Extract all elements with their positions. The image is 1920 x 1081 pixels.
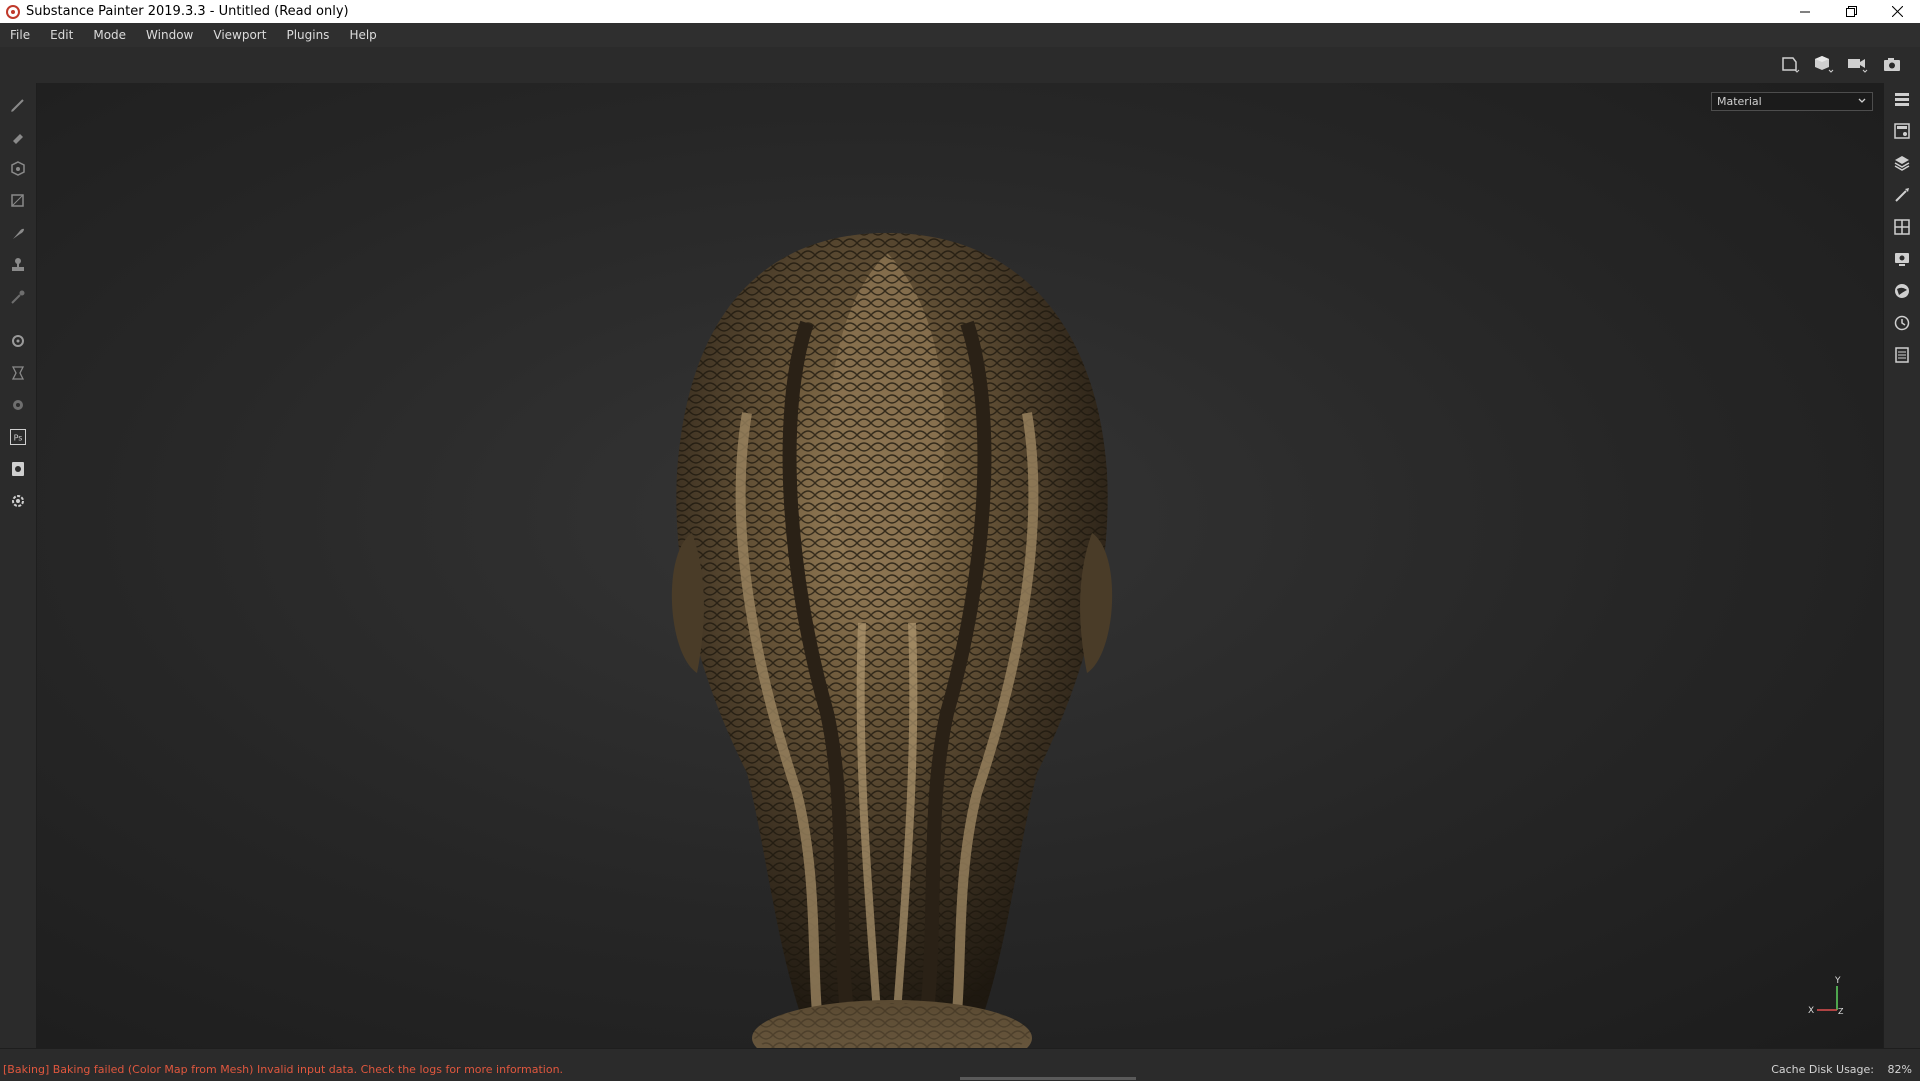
iray-tool[interactable]	[6, 393, 30, 417]
projection-icon	[11, 161, 25, 176]
camera-icon	[1848, 59, 1868, 73]
minimize-icon	[1800, 11, 1810, 12]
3d-viewport[interactable]: Material Y X Z	[37, 83, 1883, 1048]
menu-edit[interactable]: Edit	[40, 28, 83, 42]
settings-icon	[12, 495, 24, 507]
environment-button[interactable]	[1890, 279, 1914, 303]
menu-help[interactable]: Help	[339, 28, 386, 42]
restore-icon	[1845, 6, 1857, 17]
menu-mode[interactable]: Mode	[83, 28, 136, 42]
menu-window[interactable]: Window	[136, 28, 203, 42]
projection-tool[interactable]	[6, 157, 30, 181]
photoshop-tool[interactable]: Ps	[6, 425, 30, 449]
smudge-tool[interactable]	[6, 221, 30, 245]
material-export-tool[interactable]	[6, 457, 30, 481]
log-button[interactable]	[1890, 343, 1914, 367]
paint-brush-icon	[11, 99, 24, 112]
log-icon	[1895, 347, 1909, 363]
minimize-button[interactable]	[1782, 0, 1828, 23]
display-frame-button[interactable]	[1778, 52, 1802, 76]
chevron-down-icon	[1858, 98, 1866, 103]
polygon-fill-tool[interactable]	[6, 189, 30, 213]
history-button[interactable]	[1890, 311, 1914, 335]
3d-head-model	[671, 233, 1113, 1048]
bake-settings-icon	[12, 335, 24, 347]
restore-button[interactable]	[1828, 0, 1874, 23]
history-icon	[1894, 315, 1910, 331]
settings-tool[interactable]	[6, 489, 30, 513]
material-export-icon	[12, 462, 24, 476]
export-tool[interactable]	[6, 361, 30, 385]
cache-disk-usage-value: 82%	[1887, 1063, 1912, 1076]
export-icon	[11, 366, 25, 380]
menu-file[interactable]: File	[0, 28, 40, 42]
eraser-icon	[13, 134, 23, 144]
texture-set-list-button[interactable]	[1890, 119, 1914, 143]
viewport-mode-value: Material	[1717, 95, 1762, 108]
eraser-tool[interactable]	[6, 125, 30, 149]
stack-icon	[1894, 156, 1910, 171]
camera-button[interactable]	[1846, 52, 1870, 76]
title-bar: Substance Painter 2019.3.3 - Untitled (R…	[0, 0, 1920, 23]
smudge-icon	[13, 228, 24, 239]
paint-tool[interactable]	[6, 93, 30, 117]
bake-settings-tool[interactable]	[6, 329, 30, 353]
top-toolbar	[0, 47, 1920, 83]
viewport-mode-select[interactable]: Material	[1711, 92, 1873, 111]
viewport-tools	[1778, 52, 1904, 76]
photoshop-label: Ps	[14, 434, 23, 443]
axis-z-label: Z	[1838, 1007, 1844, 1016]
screenshot-button[interactable]	[1880, 52, 1904, 76]
layers-panel-icon	[1895, 93, 1909, 106]
color-picker-tool[interactable]	[6, 285, 30, 309]
left-toolbar: Ps	[0, 83, 37, 1048]
axis-gizmo: Y X Z	[1807, 974, 1855, 1022]
texture-set-settings-button[interactable]	[1890, 215, 1914, 239]
screenshot-icon	[1884, 58, 1900, 71]
view-cube-icon	[1815, 56, 1834, 73]
color-picker-icon	[11, 290, 25, 304]
axis-x-label: X	[1808, 1006, 1814, 1016]
layer-stack-button[interactable]	[1890, 151, 1914, 175]
properties-button[interactable]	[1890, 183, 1914, 207]
window-title: Substance Painter 2019.3.3 - Untitled (R…	[26, 4, 349, 19]
texture-set-list-icon	[1894, 123, 1910, 139]
photoshop-icon: Ps	[10, 429, 26, 445]
close-button[interactable]	[1874, 0, 1920, 23]
display-settings-button[interactable]	[1890, 247, 1914, 271]
texture-set-settings-icon	[1894, 219, 1910, 235]
menu-bar: File Edit Mode Window Viewport Plugins H…	[0, 23, 1920, 48]
polygon-fill-icon	[11, 194, 24, 207]
iray-icon	[13, 400, 23, 410]
menu-viewport[interactable]: Viewport	[203, 28, 276, 42]
layers-panel-button[interactable]	[1890, 87, 1914, 111]
display-frame-icon	[1782, 57, 1800, 73]
clone-tool[interactable]	[6, 253, 30, 277]
view-cube-button[interactable]	[1812, 52, 1836, 76]
right-toolbar	[1883, 83, 1920, 1048]
cache-disk-usage-label: Cache Disk Usage:	[1771, 1063, 1874, 1076]
clone-stamp-icon	[12, 258, 24, 271]
properties-icon	[1895, 188, 1909, 202]
environment-icon	[1895, 284, 1909, 298]
display-settings-icon	[1895, 253, 1909, 266]
close-icon	[1891, 6, 1903, 17]
menu-plugins[interactable]: Plugins	[276, 28, 339, 42]
status-error-message[interactable]: [Baking] Baking failed (Color Map from M…	[3, 1063, 563, 1076]
axis-y-label: Y	[1834, 976, 1841, 986]
app-logo-icon	[6, 4, 20, 19]
